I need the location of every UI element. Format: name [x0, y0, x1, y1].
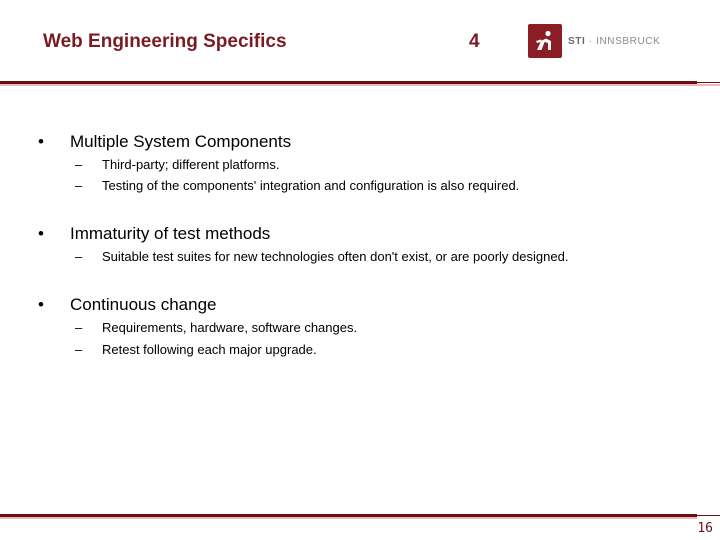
logo-wordmark: STI · INNSBRUCK	[568, 36, 660, 47]
sub-marker: –	[75, 249, 83, 264]
sub-text: Retest following each major upgrade.	[102, 342, 317, 357]
footer-rule-shadow	[0, 517, 697, 519]
logo-separator: ·	[588, 35, 593, 47]
bullet-marker: •	[38, 132, 44, 151]
sub-text: Third-party; different platforms.	[102, 157, 280, 172]
slide: Web Engineering Specifics 4 STI · INNSBR…	[0, 0, 720, 540]
sub-text: Requirements, hardware, software changes…	[102, 320, 358, 335]
sub-text: Testing of the components' integration a…	[102, 178, 520, 193]
logo-brand-rest: INNSBRUCK	[596, 35, 661, 47]
header-rule-shadow	[0, 84, 720, 86]
logo-brand-bold: STI	[568, 35, 586, 47]
sub-marker: –	[75, 157, 83, 172]
footer-rule-end	[697, 515, 720, 516]
header-rule-end	[697, 82, 720, 83]
sub-marker: –	[75, 342, 83, 357]
sti-runner-icon	[528, 24, 562, 58]
sti-innsbruck-logo: STI · INNSBRUCK	[528, 24, 660, 58]
bullet-marker: •	[38, 224, 44, 243]
sub-marker: –	[75, 178, 83, 193]
sub-text: Suitable test suites for new technologie…	[102, 249, 569, 264]
sub-marker: –	[75, 320, 83, 335]
page-number: 16	[697, 521, 713, 536]
bullet-text: Multiple System Components	[70, 132, 292, 151]
bullet-text: Continuous change	[70, 295, 217, 314]
slide-title: Web Engineering Specifics	[43, 31, 287, 52]
lecture-number: 4	[469, 31, 480, 52]
bullet-marker: •	[38, 295, 44, 314]
bullet-text: Immaturity of test methods	[70, 224, 271, 243]
